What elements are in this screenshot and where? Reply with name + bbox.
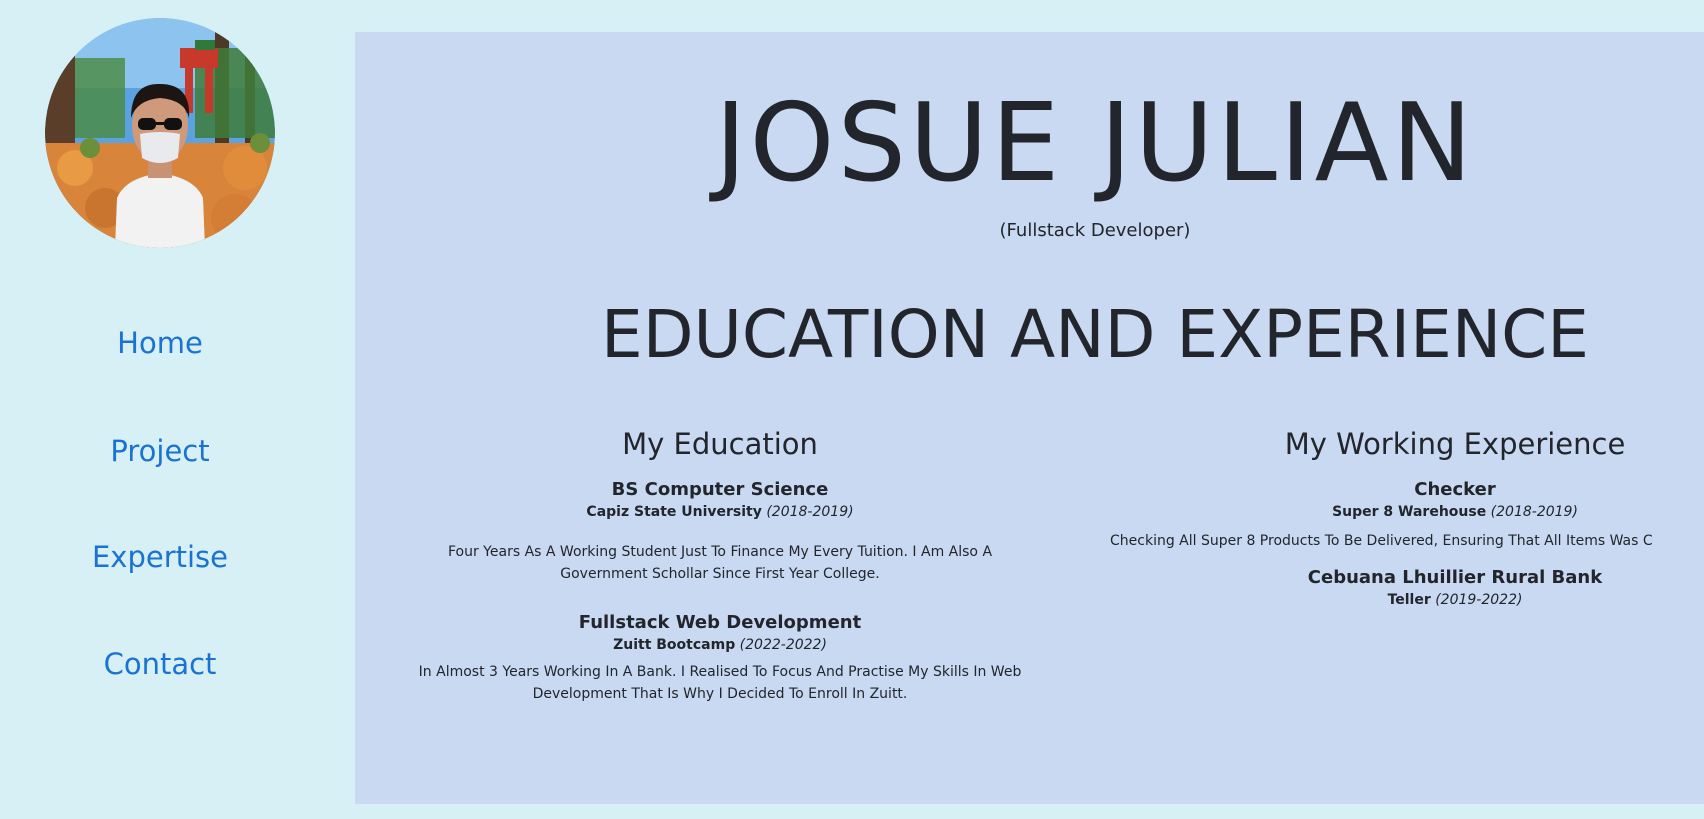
avatar xyxy=(45,18,275,248)
education-item-description: Four Years As A Working Student Just To … xyxy=(447,544,993,582)
nav-link-contact[interactable]: Contact xyxy=(0,644,320,684)
education-item-title: Fullstack Web Development xyxy=(578,612,862,633)
profile-role: (Fullstack Developer) xyxy=(999,220,1191,241)
experience-item: Checker Super 8 Warehouse (2018-2019) Ch… xyxy=(1095,478,1704,552)
experience-item-title: Checker xyxy=(1414,479,1496,500)
nav-link-project[interactable]: Project xyxy=(0,431,320,471)
nav-link-expertise[interactable]: Expertise xyxy=(0,537,320,577)
education-item-org: Capiz State University xyxy=(586,504,762,520)
education-item-description: In Almost 3 Years Working In A Bank. I R… xyxy=(418,664,1022,702)
experience-heading: My Working Experience xyxy=(1284,427,1626,461)
education-item-title: BS Computer Science xyxy=(611,479,829,500)
education-column: My Education BS Computer Science Capiz S… xyxy=(370,424,1070,705)
education-item-subtitle: Capiz State University (2018-2019) xyxy=(370,502,1070,522)
experience-item: Cebuana Lhuillier Rural Bank Teller (201… xyxy=(1095,566,1704,610)
education-item: Fullstack Web Development Zuitt Bootcamp… xyxy=(370,611,1070,705)
experience-item-title: Cebuana Lhuillier Rural Bank xyxy=(1307,567,1603,588)
experience-column: My Working Experience Checker Super 8 Wa… xyxy=(1095,424,1704,610)
experience-item-org: Teller xyxy=(1387,592,1431,608)
education-heading: My Education xyxy=(622,427,818,461)
experience-item-period: (2019-2022) xyxy=(1435,592,1523,608)
education-item: BS Computer Science Capiz State Universi… xyxy=(370,478,1070,585)
education-item-org: Zuitt Bootcamp xyxy=(613,637,736,653)
section-title: EDUCATION AND EXPERIENCE xyxy=(601,296,1589,373)
education-item-subtitle: Zuitt Bootcamp (2022-2022) xyxy=(370,635,1070,655)
education-item-period: (2018-2019) xyxy=(766,504,854,520)
nav-link-home[interactable]: Home xyxy=(0,323,320,363)
experience-item-org: Super 8 Warehouse xyxy=(1332,504,1487,520)
experience-item-description: Checking All Super 8 Products To Be Deli… xyxy=(1110,533,1653,549)
education-item-period: (2022-2022) xyxy=(739,637,827,653)
experience-item-period: (2018-2019) xyxy=(1490,504,1578,520)
experience-item-subtitle: Super 8 Warehouse (2018-2019) xyxy=(1095,502,1704,522)
sidebar: Home Project Expertise Contact xyxy=(0,0,320,819)
main-panel: JOSUE JULIAN (Fullstack Developer) EDUCA… xyxy=(355,32,1704,804)
experience-item-subtitle: Teller (2019-2022) xyxy=(1095,590,1704,610)
profile-name: JOSUE JULIAN xyxy=(714,81,1476,206)
